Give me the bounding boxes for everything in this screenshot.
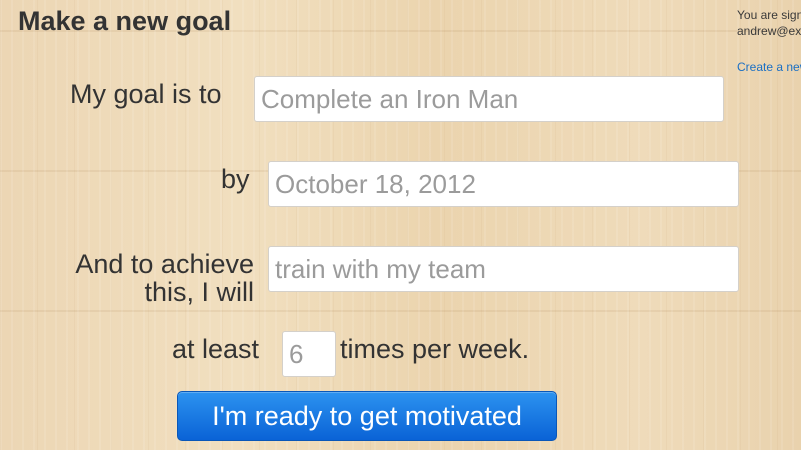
date-label: by [221, 164, 250, 194]
account-panel: You are signed in as andrew@example.com … [737, 7, 801, 75]
user-email: andrew@example.com [737, 24, 801, 38]
goal-input[interactable] [254, 76, 724, 122]
date-input[interactable] [268, 161, 739, 207]
signed-in-text: You are signed in as [737, 8, 801, 22]
action-label: And to achieve this, I will [40, 250, 254, 306]
frequency-suffix: times per week. [340, 334, 530, 364]
action-label-line-1: And to achieve [75, 249, 254, 279]
action-input[interactable] [268, 246, 739, 292]
submit-goal-button[interactable]: I'm ready to get motivated [177, 391, 557, 441]
frequency-input[interactable] [282, 331, 336, 377]
frequency-prefix: at least [172, 334, 260, 364]
action-label-line-2: this, I will [144, 277, 254, 307]
goal-label: My goal is to [70, 79, 222, 109]
create-goal-link[interactable]: Create a new goal [737, 59, 801, 75]
page-title: Make a new goal [18, 6, 232, 36]
